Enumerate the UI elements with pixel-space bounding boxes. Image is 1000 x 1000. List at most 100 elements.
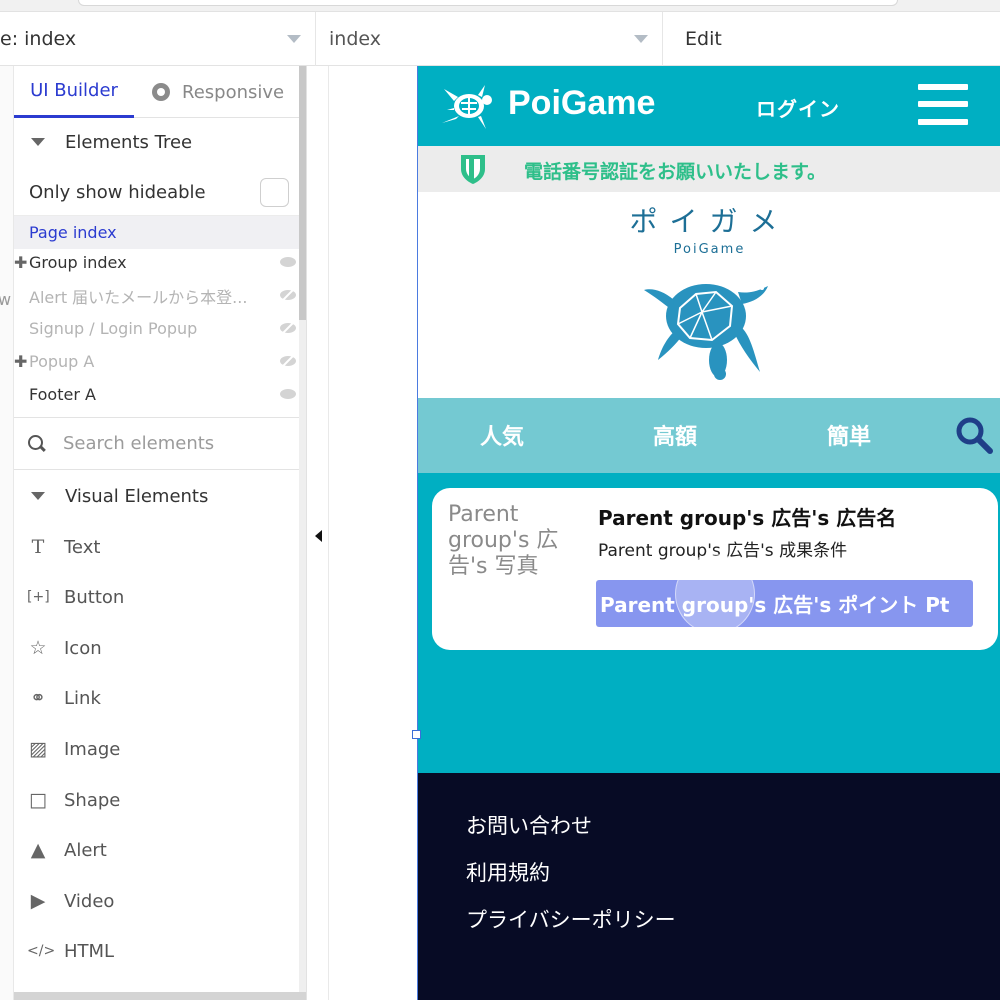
menu-icon[interactable] <box>918 84 968 126</box>
star-icon: ☆ <box>29 637 47 659</box>
visual-element-label: Button <box>64 586 125 608</box>
visual-element-link[interactable]: ⚭ Link <box>14 673 299 723</box>
shape-icon: □ <box>29 789 47 811</box>
footer-link-privacy[interactable]: プライバシーポリシー <box>466 904 694 934</box>
eye-slash-icon[interactable] <box>280 290 296 300</box>
search-icon <box>28 434 46 453</box>
visual-element-alert[interactable]: ▲ Alert <box>14 825 299 875</box>
footer-link-terms[interactable]: 利用規約 <box>466 857 568 887</box>
sea-turtle-illustration <box>644 284 768 380</box>
category-high-value[interactable]: 高額 <box>653 419 697 451</box>
visual-element-label: Link <box>64 687 101 709</box>
tree-item-group-index[interactable]: ✚ Group index <box>14 246 299 279</box>
tab-ui-builder[interactable]: UI Builder <box>14 66 134 118</box>
tab-responsive-label: Responsive <box>182 81 285 103</box>
tree-item-signup-login-popup[interactable]: Signup / Login Popup <box>14 312 299 345</box>
only-show-hideable-row: Only show hideable <box>14 170 299 216</box>
chevron-down-icon <box>634 35 648 43</box>
page-selector-label: e: index <box>0 28 77 50</box>
ad-card[interactable]: Parent group's 広告's 写真 Parent group's 広告… <box>432 488 998 650</box>
ad-points-button[interactable]: Parent group's 広告's ポイント Pt <box>596 580 973 627</box>
tab-responsive[interactable]: Responsive <box>152 66 284 118</box>
ui-builder-panel: UI Builder Responsive Elements Tree Only… <box>14 66 299 1000</box>
tree-item-label: Popup A <box>29 352 95 371</box>
click-ripple <box>675 554 755 634</box>
visual-element-label: Icon <box>64 637 102 659</box>
visual-element-label: Shape <box>64 789 121 811</box>
only-show-hideable-checkbox[interactable] <box>260 178 289 207</box>
video-icon: ▶ <box>30 890 46 912</box>
visual-element-label: Image <box>64 738 121 760</box>
search-icon[interactable] <box>955 416 993 454</box>
only-show-hideable-label: Only show hideable <box>29 182 206 203</box>
category-popular[interactable]: 人気 <box>480 419 524 451</box>
tree-item-alert[interactable]: Alert 届いたメールから本登... <box>14 279 299 312</box>
scrollbar-thumb[interactable] <box>299 66 306 320</box>
page-canvas[interactable]: PoiGame ログイン 電話番号認証をお願いいたします。 ポイガメ PoiGa… <box>417 66 1000 1000</box>
tree-item-footer-a[interactable]: Footer A <box>14 378 299 411</box>
hero-logo: ポイガメ PoiGame <box>418 192 1000 398</box>
eye-slash-icon[interactable] <box>280 323 296 333</box>
login-link[interactable]: ログイン <box>756 93 840 122</box>
visual-element-icon[interactable]: ☆ Icon <box>14 623 299 673</box>
browser-top-strip <box>0 0 1000 12</box>
text-icon: T <box>31 536 45 558</box>
collapse-triangle-icon <box>31 138 45 146</box>
visual-element-image[interactable]: ▨ Image <box>14 724 299 774</box>
expand-plus-icon[interactable]: ✚ <box>14 253 27 272</box>
ad-photo: Parent group's 広告's 写真 <box>448 502 559 579</box>
category-easy[interactable]: 簡単 <box>827 419 871 451</box>
tree-item-label: Signup / Login Popup <box>29 319 198 338</box>
visual-element-label: Text <box>64 536 101 558</box>
visual-element-label: Alert <box>64 839 107 861</box>
ad-name: Parent group's 広告's 広告名 <box>598 506 897 530</box>
resize-handle[interactable] <box>412 730 421 739</box>
visual-element-video[interactable]: ▶ Video <box>14 876 299 926</box>
footer-link-contact[interactable]: お問い合わせ <box>466 810 610 840</box>
panel-tabs: UI Builder Responsive <box>14 66 299 118</box>
visual-element-html[interactable]: </> HTML <box>14 926 299 976</box>
panel-scrollbar[interactable] <box>299 66 306 1000</box>
mode-selector[interactable]: Edit <box>663 12 1000 66</box>
tab-ui-builder-label: UI Builder <box>30 80 118 101</box>
collapsed-left-panel: w <box>0 66 14 1000</box>
canvas-gutter <box>307 66 417 1000</box>
elements-tree-title: Elements Tree <box>65 131 193 153</box>
html-icon: </> <box>27 943 56 959</box>
hero-title-jp: ポイガメ <box>629 205 790 238</box>
mode-label: Edit <box>685 28 722 50</box>
brand-name[interactable]: PoiGame <box>508 84 655 123</box>
tree-item-popup-a[interactable]: ✚ Popup A <box>14 345 299 378</box>
tree-item-label: Page index <box>29 223 117 242</box>
search-elements-input[interactable]: Search elements <box>14 417 299 470</box>
eye-slash-icon[interactable] <box>280 356 296 366</box>
chevron-down-icon <box>287 35 301 43</box>
element-selector[interactable]: index <box>316 12 663 66</box>
visual-element-text[interactable]: T Text <box>14 522 299 572</box>
image-icon: ▨ <box>29 738 47 760</box>
phone-verification-notice[interactable]: 電話番号認証をお願いいたします。 <box>418 146 1000 192</box>
notice-text: 電話番号認証をお願いいたします。 <box>524 161 827 183</box>
address-bar[interactable] <box>78 0 898 6</box>
elements-tree-header[interactable]: Elements Tree <box>14 118 299 166</box>
tree-item-page-index[interactable]: Page index <box>14 216 299 249</box>
eye-icon[interactable] <box>280 389 296 399</box>
eye-icon[interactable] <box>280 257 296 267</box>
site-footer: お問い合わせ 利用規約 プライバシーポリシー <box>418 773 1000 1000</box>
visual-elements-title: Visual Elements <box>65 485 209 507</box>
visual-elements-header[interactable]: Visual Elements <box>14 472 299 520</box>
expand-plus-icon[interactable]: ✚ <box>14 352 27 371</box>
responsive-icon <box>152 83 170 101</box>
visual-element-label: HTML <box>64 940 115 962</box>
page-selector[interactable]: e: index <box>0 12 316 66</box>
button-icon: [+] <box>27 589 50 605</box>
element-selector-label: index <box>329 28 381 50</box>
ad-list: Parent group's 広告's 写真 Parent group's 広告… <box>418 473 1000 773</box>
horizontal-scrollbar[interactable] <box>14 992 306 1000</box>
visual-element-shape[interactable]: □ Shape <box>14 775 299 825</box>
category-nav: 人気 高額 簡単 <box>418 398 1000 473</box>
tree-item-label: Footer A <box>29 385 96 404</box>
visual-element-button[interactable]: [+] Button <box>14 572 299 622</box>
alert-icon: ▲ <box>30 839 46 861</box>
collapse-panel-arrow-icon[interactable] <box>315 530 322 542</box>
